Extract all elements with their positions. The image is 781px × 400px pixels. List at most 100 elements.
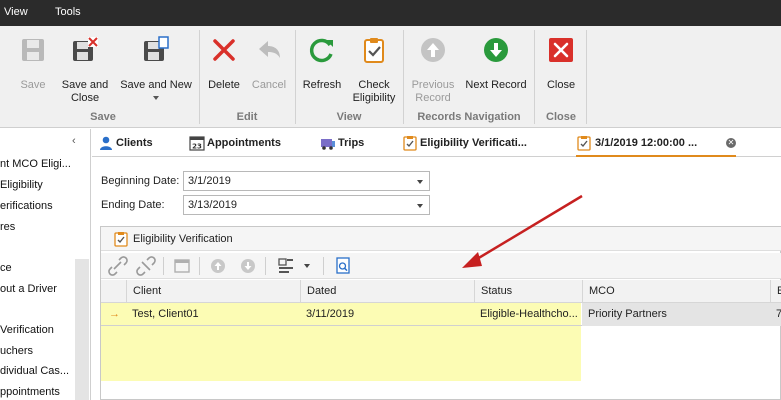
menu-view[interactable]: View [4, 6, 28, 18]
next-record-label: Next Record [465, 79, 527, 91]
group-label-view: View [336, 111, 362, 123]
row-indicator: → [101, 303, 126, 326]
previous-record-button[interactable]: Previous Record [408, 28, 458, 108]
tab-appointments[interactable]: 23 Appointments [189, 129, 299, 157]
cell-client[interactable]: Test, Client01 [126, 303, 300, 326]
window-icon [174, 259, 190, 273]
cell-status[interactable]: Eligible-Healthcho... [474, 303, 582, 326]
nav-item[interactable]: ppointments [0, 386, 60, 400]
column-header-label: Dated [307, 285, 337, 297]
next-record-button[interactable]: Next Record [462, 28, 530, 108]
tab-trips[interactable]: Trips [320, 129, 380, 157]
tab-close-icon[interactable]: ✕ [726, 138, 736, 148]
tab-eligibility-record[interactable]: 3/1/2019 12:00:00 ... ✕ [576, 129, 736, 157]
close-button[interactable]: Close [540, 28, 582, 108]
nav-item[interactable]: res [0, 221, 15, 239]
cell-mco[interactable]: Priority Partners [582, 303, 770, 326]
column-header-mco[interactable]: MCO [582, 280, 770, 303]
beginning-date-field[interactable]: 3/1/2019 [183, 171, 430, 191]
arrow-down-circle-icon [241, 259, 255, 273]
clipboard-check-icon [577, 136, 591, 151]
column-header-e[interactable]: E [770, 280, 781, 303]
calendar-icon: 23 [189, 136, 205, 151]
group-label-edit: Edit [236, 111, 258, 123]
nav-item[interactable]: nt MCO Eligi... [0, 158, 71, 176]
ending-date-label: Ending Date: [101, 199, 165, 211]
ribbon-separator [295, 30, 296, 124]
ribbon-separator [403, 30, 404, 124]
link-button[interactable] [105, 253, 131, 279]
move-up-button[interactable] [205, 253, 231, 279]
ending-date-field[interactable]: 3/13/2019 [183, 195, 430, 215]
column-header-dated[interactable]: Dated [300, 280, 474, 303]
tab-eligibility-verification[interactable]: Eligibility Verificati... [402, 129, 542, 157]
nav-item[interactable]: Verification [0, 324, 54, 342]
menu-tools[interactable]: Tools [55, 6, 81, 18]
ribbon: Save Save and Close Save and New Delete … [0, 26, 781, 128]
save-and-new-label: Save and New [120, 79, 192, 91]
grid-header: Client Dated Status MCO E [101, 280, 781, 303]
nav-item[interactable]: Eligibility [0, 179, 43, 197]
delete-button[interactable]: Delete [203, 28, 245, 108]
cell-dated[interactable]: 3/11/2019 [300, 303, 474, 326]
link-icon [108, 256, 128, 276]
document-tab-bar: Clients 23 Appointments Trips Eligibilit… [92, 129, 781, 157]
beginning-date-label: Beginning Date: [101, 175, 180, 187]
search-document-icon [336, 257, 350, 274]
toolbar-separator [323, 257, 324, 275]
left-navigation: ‹ nt MCO Eligi... Eligibility erificatio… [0, 129, 91, 400]
eligibility-verification-panel: Eligibility Verification Client Dated St… [100, 226, 781, 400]
column-header-status[interactable]: Status [474, 280, 582, 303]
nav-item[interactable]: dividual Cas... [0, 365, 69, 383]
refresh-label: Refresh [302, 79, 342, 91]
unlink-button[interactable] [133, 253, 159, 279]
cancel-button[interactable]: Cancel [247, 28, 291, 108]
save-and-close-button[interactable]: Save and Close [56, 28, 114, 108]
van-icon [321, 139, 335, 150]
chevron-down-icon[interactable] [417, 180, 423, 184]
chevron-down-icon[interactable] [153, 96, 159, 100]
nav-item[interactable]: out a Driver [0, 283, 57, 301]
collapse-chevron-icon[interactable]: ‹ [72, 135, 76, 147]
window-button[interactable] [169, 253, 195, 279]
tab-clients[interactable]: Clients [98, 129, 178, 157]
preview-button[interactable] [330, 253, 356, 279]
delete-x-icon [213, 39, 235, 61]
chevron-down-icon[interactable] [417, 204, 423, 208]
ending-date-value: 3/13/2019 [188, 199, 237, 211]
tab-label: Eligibility Verificati... [420, 137, 527, 149]
cell-extra[interactable]: 7 [770, 303, 781, 326]
close-label: Close [546, 79, 576, 91]
table-row[interactable]: → Test, Client01 3/11/2019 Eligible-Heal… [101, 303, 781, 326]
nav-item[interactable]: erifications [0, 200, 53, 218]
layout-button[interactable] [273, 253, 299, 279]
save-new-icon [144, 36, 169, 61]
previous-record-label-1: Previous [411, 79, 455, 91]
column-header-label: MCO [589, 285, 615, 297]
clipboard-check-icon [114, 232, 128, 247]
column-header-label: Client [133, 285, 162, 297]
save-button[interactable]: Save [10, 28, 56, 108]
refresh-button[interactable]: Refresh [298, 28, 346, 108]
floppy-disk-icon [22, 39, 44, 61]
cell-text: 3/11/2019 [306, 308, 355, 320]
save-close-icon [73, 37, 98, 61]
panel-toolbar [101, 253, 781, 279]
unlink-icon [136, 256, 156, 276]
check-eligibility-label-1: Check [358, 79, 390, 91]
check-eligibility-button[interactable]: Check Eligibility [350, 28, 398, 108]
column-header-client[interactable]: Client [126, 280, 300, 303]
layout-dropdown[interactable] [299, 253, 315, 279]
toolbar-separator [265, 257, 266, 275]
nav-item[interactable]: ce [0, 262, 12, 280]
previous-record-label-2: Record [415, 92, 451, 104]
move-down-button[interactable] [235, 253, 261, 279]
save-and-new-button[interactable]: Save and New [116, 28, 196, 108]
panel-title: Eligibility Verification [133, 233, 233, 245]
tab-label: 3/1/2019 12:00:00 ... [595, 137, 698, 149]
nav-item[interactable]: uchers [0, 345, 33, 363]
toolbar-separator [199, 257, 200, 275]
clipboard-check-icon [403, 136, 417, 151]
column-header-label: E [777, 285, 781, 297]
left-nav-scrollbar[interactable] [75, 259, 89, 400]
